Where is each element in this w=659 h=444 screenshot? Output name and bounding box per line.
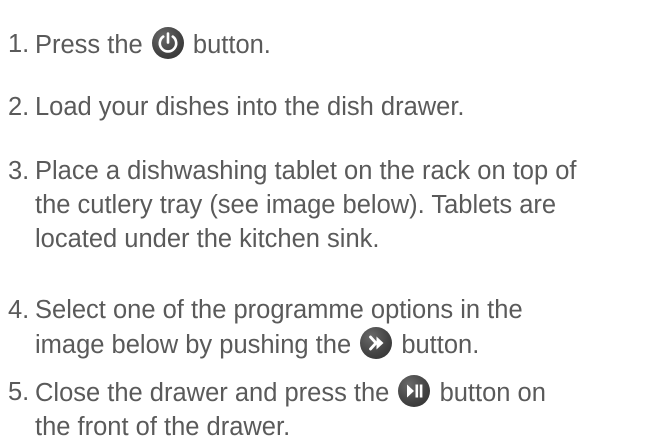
step-text-line: the front of the drawer. [35,413,291,441]
step-text-after: button. [192,31,271,59]
step-text: Close the drawer and press the button on… [35,375,656,444]
step-text-line: Place a dishwashing tablet on the rack o… [35,157,577,185]
fast-forward-icon [360,327,393,359]
step-text-line: Select one of the programme options in t… [35,296,523,324]
step-text: Place a dishwashing tablet on the rack o… [35,154,656,256]
power-icon [151,27,184,59]
step-text-line: Close the drawer and press the button on [35,375,656,410]
step-number: 5. [8,378,30,406]
step-5: 5. Close the drawer and press the button… [8,375,656,444]
step-text: Press the button. [35,27,656,62]
step-number: 3. [8,157,30,185]
step-1: 1. Press the button. [8,27,656,62]
step-text-after: button on [439,379,546,407]
step-2: 2. Load your dishes into the dish drawer… [8,90,656,124]
step-number: 4. [8,296,30,324]
step-number: 1. [8,30,30,58]
step-3: 3. Place a dishwashing tablet on the rac… [8,154,656,256]
step-text-before: Press the [35,31,143,59]
step-text-before: image below by pushing the [35,331,352,359]
step-text: Select one of the programme options in t… [35,293,656,362]
step-text-line: image below by pushing the button. [35,327,656,362]
step-text-line: the cutlery tray (see image below). Tabl… [35,191,557,219]
play-pause-icon [398,375,431,407]
step-4: 4. Select one of the programme options i… [8,293,656,362]
step-text-after: button. [401,331,480,359]
step-text-line: located under the kitchen sink. [35,225,380,253]
step-number: 2. [8,93,30,121]
step-text: Load your dishes into the dish drawer. [35,93,465,121]
step-text-before: Close the drawer and press the [35,379,390,407]
